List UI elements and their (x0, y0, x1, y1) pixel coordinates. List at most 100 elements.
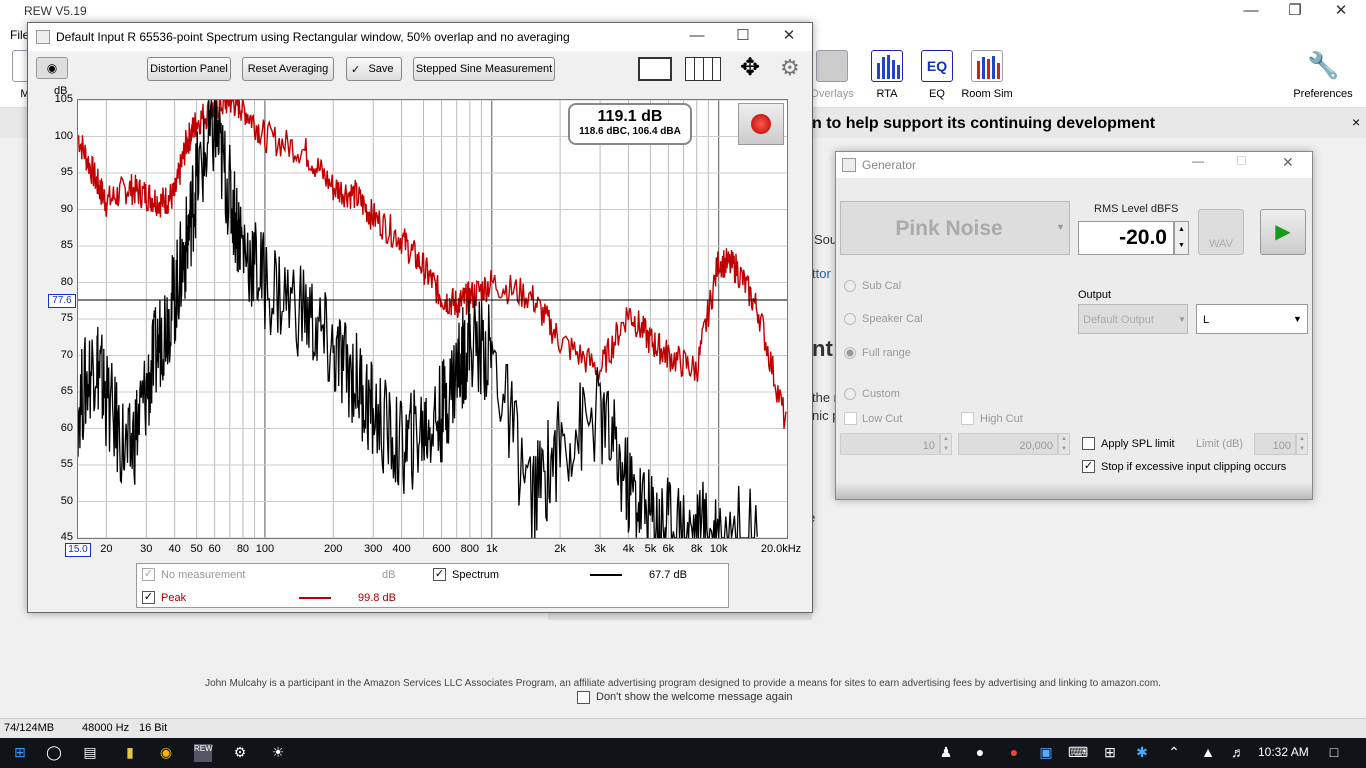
tray-chevron-icon[interactable]: ⌃ (1164, 744, 1184, 762)
apply-spl-checkbox[interactable] (1082, 437, 1095, 450)
rms-stepper[interactable]: ▲ ▼ (1174, 221, 1189, 255)
windows-start-icon[interactable]: ⊞ (10, 744, 30, 762)
restore-button[interactable]: ❐ (1272, 0, 1318, 24)
high-cut-stepper[interactable]: ▲ ▼ (1058, 433, 1070, 455)
x-tick-label: 40 (168, 543, 181, 555)
distortion-panel-button[interactable]: Distortion Panel (147, 57, 231, 81)
x-tick-label: 20.0kHz (760, 543, 802, 555)
output-channel-select[interactable]: L (1196, 304, 1308, 334)
settings-gear-icon[interactable]: ⚙ (780, 56, 804, 80)
record-button[interactable] (738, 103, 784, 145)
paint-icon[interactable]: ☀ (268, 744, 288, 762)
tray-icon[interactable]: ● (970, 744, 990, 762)
camera-icon[interactable]: ◉ (36, 57, 68, 79)
scroll-indicator (548, 612, 812, 620)
keyboard-icon[interactable]: ⌨ (1068, 744, 1088, 762)
rew-icon[interactable]: REW (194, 744, 213, 762)
stop-clipping-checkbox[interactable]: ✓ (1082, 460, 1095, 473)
low-cut-stepper[interactable]: ▲ ▼ (940, 433, 952, 455)
rms-level-input[interactable]: -20.0 (1078, 221, 1174, 255)
people-icon[interactable]: ♟ (936, 744, 956, 762)
peak-legend-label: Peak (161, 592, 187, 604)
expand-arrows-icon[interactable]: ✥ (732, 55, 768, 83)
volume-icon[interactable]: ♬ (1228, 744, 1248, 762)
y-tick-label: 45 (60, 531, 73, 543)
memory-status: 74/124MB (4, 722, 55, 734)
limit-input[interactable]: 100 (1254, 433, 1296, 455)
legend-panel: ✓ No measurement dB ✓ Spectrum 67.7 dB ✓… (136, 563, 729, 608)
generator-minimize-button[interactable]: — (1192, 154, 1204, 168)
windows-security-icon[interactable]: ⊞ (1100, 744, 1120, 762)
file-explorer-icon[interactable]: ▮ (120, 744, 140, 762)
x-tick-label: 50 (190, 543, 203, 555)
grid-view-icon[interactable] (685, 57, 721, 81)
high-cut-input[interactable]: 20,000 (958, 433, 1058, 455)
generator-window: Generator — ☐ ✕ Pink Noise ▼ RMS Level d… (835, 151, 1313, 500)
chrome-icon[interactable]: ◉ (156, 744, 176, 762)
peak-checkbox[interactable]: ✓ (142, 591, 155, 604)
limit-label: Limit (dB) (1196, 438, 1244, 450)
amazon-disclaimer: John Mulcahy is a participant in the Ama… (205, 678, 1161, 689)
spectrum-minimize-button[interactable]: — (674, 25, 720, 49)
java-app-icon (842, 158, 856, 172)
app-title: REW V5.19 (24, 4, 87, 18)
spectrum-close-button[interactable]: ✕ (766, 25, 812, 49)
bluetooth-icon[interactable]: ✱ (1132, 744, 1152, 762)
wav-button[interactable]: WAV (1198, 209, 1244, 255)
fit-view-icon[interactable] (638, 57, 672, 81)
x-tick-label: 20 (100, 543, 113, 555)
full-range-radio[interactable] (844, 347, 856, 359)
stepped-sine-button[interactable]: Stepped Sine Measurement (413, 57, 555, 81)
y-tick-label: 65 (60, 385, 73, 397)
generator-close-button[interactable]: ✕ (1282, 154, 1294, 171)
minimize-button[interactable]: — (1228, 0, 1274, 24)
tray-warning-icon[interactable]: ● (1004, 744, 1024, 762)
signal-type-select[interactable]: Pink Noise (840, 201, 1070, 255)
high-cut-checkbox[interactable] (961, 412, 974, 425)
spectrum-maximize-button[interactable]: ☐ (720, 25, 766, 49)
low-cut-input[interactable]: 10 (840, 433, 940, 455)
low-cut-checkbox[interactable] (844, 412, 857, 425)
rms-level-label: RMS Level dBFS (1094, 203, 1179, 215)
wifi-icon[interactable]: ▲ (1198, 744, 1218, 762)
x-tick-label: 80 (236, 543, 250, 555)
generator-maximize-button[interactable]: ☐ (1236, 154, 1247, 168)
play-button[interactable]: ▶ (1260, 209, 1306, 255)
close-button[interactable]: ✕ (1318, 0, 1364, 24)
clock[interactable]: 10:32 AM (1258, 745, 1309, 759)
toolbar-room-sim[interactable]: Room Sim (959, 50, 1015, 100)
cortana-icon[interactable]: ◯ (44, 744, 64, 762)
tray-app-icon[interactable]: ▣ (1036, 744, 1056, 762)
custom-radio[interactable] (844, 388, 856, 400)
y-tick-label: 75 (60, 312, 73, 324)
spectrum-plot[interactable] (77, 99, 788, 539)
y-tick-label: 105 (54, 93, 73, 105)
toolbar-eq[interactable]: EQ EQ (909, 50, 965, 100)
marker-level-box[interactable]: 77.6 (48, 294, 76, 308)
full-range-label: Full range (862, 347, 911, 359)
task-view-icon[interactable]: ▤ (80, 744, 100, 762)
banner-text: n to help support its continuing develop… (812, 115, 1156, 132)
x-tick-label: 4k (622, 543, 635, 555)
notifications-icon[interactable]: □ (1324, 744, 1344, 762)
y-tick-label: 85 (60, 239, 73, 251)
generator-title: Generator (862, 158, 917, 172)
sub-cal-radio[interactable] (844, 280, 856, 292)
spectrum-legend-label: Spectrum (452, 569, 500, 581)
output-device-select[interactable]: Default Output (1078, 304, 1188, 334)
no-measurement-checkbox[interactable]: ✓ (142, 568, 155, 581)
spl-readout: 119.1 dB 118.6 dBC, 106.4 dBA (568, 103, 692, 145)
speaker-cal-radio[interactable] (844, 313, 856, 325)
banner-close-icon[interactable]: × (1352, 114, 1360, 130)
stop-clipping-label: Stop if excessive input clipping occurs (1101, 461, 1287, 473)
settings-gear-icon[interactable]: ⚙ (230, 744, 250, 762)
toolbar-rta[interactable]: RTA (859, 50, 915, 100)
x-start-box[interactable]: 15.0 (65, 543, 91, 557)
reset-averaging-button[interactable]: Reset Averaging (242, 57, 334, 81)
peak-legend-line (299, 597, 331, 599)
limit-stepper[interactable]: ▲ ▼ (1296, 433, 1308, 455)
dont-show-checkbox[interactable] (577, 691, 590, 704)
spectrum-checkbox[interactable]: ✓ (433, 568, 446, 581)
spl-weighted-values: 118.6 dBC, 106.4 dBA (579, 126, 681, 137)
toolbar-preferences[interactable]: 🔧 Preferences (1290, 50, 1356, 100)
